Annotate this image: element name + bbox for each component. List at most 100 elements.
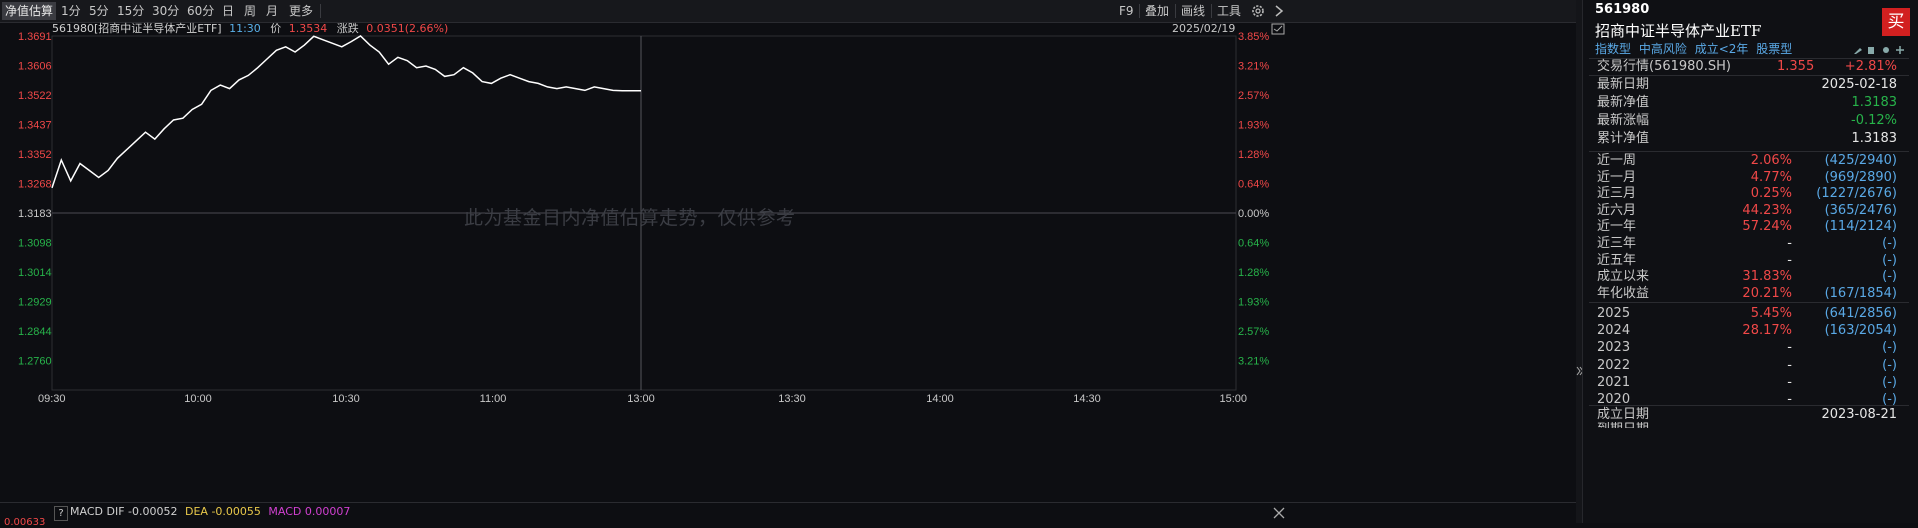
maturity-label: 到期日期 [1597,420,1649,428]
tab-month[interactable]: 月 [263,2,281,20]
y-tick-label: 1.3014 [18,267,52,279]
macd-indicator-bar: ? MACD DIF -0.00052 DEA -0.00055 MACD 0.… [0,502,1582,528]
x-tick-label: 14:30 [1073,393,1101,405]
divider [1589,302,1909,303]
divider [320,4,321,18]
chart-info-bar: 561980[招商中证半导体产业ETF] 11:30 价 1.3534 涨跌 0… [52,22,448,36]
nav-change-row: 最新涨幅 -0.12% [1597,111,1897,131]
tab-day[interactable]: 日 [219,2,237,20]
x-tick-label: 13:30 [778,393,806,405]
tab-5min[interactable]: 5分 [86,2,112,20]
y-tick-label: 1.3522 [18,90,52,102]
latest-date-label: 最新日期 [1597,77,1650,92]
macd-dea: -0.00055 [211,505,261,518]
x-tick-label: 10:30 [332,393,360,405]
latest-date-row: 最新日期 2025-02-18 [1597,75,1897,95]
add-icon[interactable] [1896,46,1904,54]
perf-return: 20.21% [1742,285,1792,301]
macd-name: MACD [70,505,103,518]
bookmark-icon[interactable] [1868,47,1874,54]
nav-label: 最新净值 [1597,95,1650,110]
cum-nav: 1.3183 [1851,131,1898,146]
tab-nav-estimate[interactable]: 净值估算 [2,2,57,20]
window-icon[interactable] [1271,23,1285,35]
trade-row: 交易行情(561980.SH) 1.355 +2.81% [1597,57,1897,77]
nav-change: -0.12% [1851,113,1897,128]
help-icon[interactable]: ? [54,506,68,521]
close-icon[interactable] [1272,506,1286,520]
y-tick-label-pct: 1.93% [1238,297,1269,309]
cum-nav-row: 累计净值 1.3183 [1597,129,1897,149]
tab-60min[interactable]: 60分 [184,2,217,20]
fund-code-name: 561980[招商中证半导体产业ETF] [52,22,222,35]
y-tick-label-pct: 1.28% [1238,149,1269,161]
perf-period-label: 年化收益 [1597,285,1650,301]
maturity-row: 到期日期 [1597,420,1897,428]
tools-button[interactable]: 工具 [1214,2,1244,20]
tab-more[interactable]: 更多 [286,2,316,20]
tag-index[interactable]: 指数型 [1595,42,1631,56]
x-tick-label: 14:00 [926,393,954,405]
tab-30min[interactable]: 30分 [149,2,182,20]
y-tick-label-pct: 3.21% [1238,61,1269,73]
overlay-button[interactable]: 叠加 [1142,2,1172,20]
macd-dif-label: DIF [106,505,125,518]
x-tick-label: 13:00 [627,393,655,405]
fund-tags: 指数型 中高风险 成立<2年 股票型 [1595,40,1792,57]
y-tick-label: 1.3606 [18,61,52,73]
nav-row: 最新净值 1.3183 [1597,93,1897,113]
x-tick-label: 09:30 [38,393,66,405]
x-tick-label: 15:00 [1219,393,1247,405]
macd-dif: -0.00052 [128,505,178,518]
macd-macd-label: MACD [268,505,302,518]
x-tick-label: 10:00 [184,393,212,405]
trade-change: +2.81% [1844,59,1897,74]
tag-type[interactable]: 股票型 [1756,42,1792,56]
x-tick-label: 11:00 [480,393,507,405]
fund-info-panel: 561980 招商中证半导体产业ETF 买 指数型 中高风险 成立<2年 股票型… [1582,0,1918,523]
tag-age[interactable]: 成立<2年 [1695,42,1749,56]
y-tick-label: 1.3183 [18,208,52,220]
chevron-right-icon[interactable] [1272,3,1286,19]
macd-axis-value: 0.00633 [4,517,46,528]
f9-button[interactable]: F9 [1116,2,1137,20]
alert-icon[interactable] [1883,47,1889,53]
draw-line-button[interactable]: 画线 [1178,2,1208,20]
tab-1min[interactable]: 1分 [58,2,84,20]
latest-date: 2025-02-18 [1821,77,1897,92]
y-tick-label: 1.3268 [18,178,52,190]
nav-change-label: 最新涨幅 [1597,113,1650,128]
tag-risk[interactable]: 中高风险 [1639,42,1687,56]
perf-row: 年化收益 20.21% (167/1854) [1597,284,1897,304]
nav-series-line [51,35,641,189]
y-tick-label: 1.2929 [18,297,52,309]
tab-15min[interactable]: 15分 [114,2,147,20]
macd-value: 0.00007 [304,505,351,518]
y-tick-label-pct: 3.85% [1238,31,1269,43]
y-tick-label: 1.3437 [18,120,52,132]
y-tick-label: 1.3691 [18,31,52,43]
tab-week[interactable]: 周 [241,2,259,20]
buy-button[interactable]: 买 [1882,8,1910,36]
y-tick-label-pct: 3.21% [1238,355,1269,367]
intraday-nav-chart: 1.3691 3.85% 1.3606 3.21% 1.3522 2.57% 1.3437 1… [0,22,1582,502]
info-price: 1.3534 [288,22,328,35]
y-tick-label-pct: 0.00% [1238,208,1269,220]
settings-gear-icon[interactable] [1250,3,1266,19]
info-date: 2025/02/19 [1172,22,1236,35]
y-tick-label-pct: 1.28% [1238,267,1269,279]
fund-code: 561980 [1595,2,1650,17]
estimate-watermark: 此为基金日内净值估算走势，仅供参考 [464,207,796,229]
edit-icon[interactable] [1854,48,1862,54]
y-tick-label-pct: 2.57% [1238,90,1269,102]
trade-label: 交易行情(561980.SH) [1597,59,1731,74]
panel-action-icons [1853,44,1907,58]
divider [1211,4,1212,18]
cum-nav-label: 累计净值 [1597,131,1650,146]
y-tick-label: 1.3352 [18,149,52,161]
perf-rank: (167/1854) [1824,285,1897,301]
info-price-label: 价 [270,22,282,35]
divider [54,4,55,18]
info-change: 0.0351(2.66%) [366,22,449,35]
fund-name: 招商中证半导体产业ETF [1595,22,1762,40]
